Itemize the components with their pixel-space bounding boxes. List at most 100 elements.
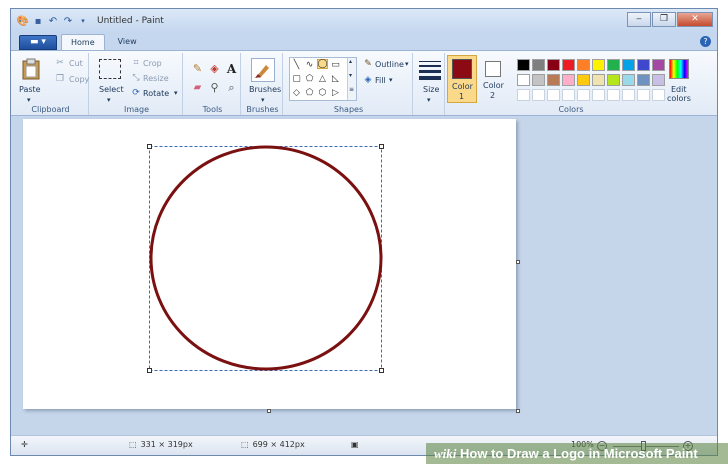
custom-color-slot[interactable] xyxy=(607,89,620,101)
triangle-shape-icon[interactable]: △ xyxy=(317,74,328,84)
custom-color-slot[interactable] xyxy=(532,89,545,101)
size-dropdown-icon[interactable]: ▾ xyxy=(427,96,431,104)
crop-button[interactable]: Crop xyxy=(143,59,162,68)
tools-group: ✎ ◈ A ▰ ⚲ ⌕ Tools xyxy=(185,53,241,115)
palette-color[interactable] xyxy=(517,59,530,71)
text-tool-icon[interactable]: A xyxy=(225,62,238,76)
selection-handle xyxy=(379,144,384,149)
fill-dropdown-icon[interactable]: ▾ xyxy=(389,76,393,84)
paint-app-icon[interactable]: 🎨 xyxy=(17,15,29,27)
restore-button[interactable]: ❐ xyxy=(652,12,676,27)
rectangle-shape-icon[interactable]: ▭ xyxy=(330,60,341,70)
cut-button[interactable]: Cut xyxy=(69,59,83,68)
edit-colors-label-1[interactable]: Edit xyxy=(671,85,687,94)
size-button[interactable]: Size xyxy=(423,85,439,94)
palette-color[interactable] xyxy=(637,74,650,86)
palette-color[interactable] xyxy=(652,59,665,71)
custom-color-slot[interactable] xyxy=(517,89,530,101)
brushes-button[interactable]: Brushes xyxy=(249,85,281,94)
eraser-icon[interactable]: ▰ xyxy=(191,81,204,94)
color2-button[interactable]: Color 2 xyxy=(479,55,509,103)
resize-button[interactable]: Resize xyxy=(143,74,169,83)
magnifier-icon[interactable]: ⌕ xyxy=(225,81,238,94)
arrow-shape-icon[interactable]: ▷ xyxy=(330,88,341,98)
custom-color-slot[interactable] xyxy=(577,89,590,101)
canvas-resize-handle-bottom[interactable] xyxy=(267,409,271,413)
fill-bucket-icon[interactable]: ◈ xyxy=(208,62,221,75)
palette-color[interactable] xyxy=(592,59,605,71)
select-icon[interactable] xyxy=(99,59,121,79)
polygon-shape-icon[interactable]: ⬠ xyxy=(304,74,315,84)
customize-qat-icon[interactable]: ▾ xyxy=(77,15,89,27)
brushes-icon[interactable] xyxy=(251,58,275,82)
pencil-icon[interactable]: ✎ xyxy=(191,62,204,75)
oval-shape-icon[interactable]: ◯ xyxy=(317,59,328,69)
line-size-icon[interactable] xyxy=(418,59,442,81)
paste-icon[interactable] xyxy=(19,57,43,81)
rotate-dropdown-icon[interactable]: ▾ xyxy=(174,89,178,97)
tab-home[interactable]: Home xyxy=(61,34,105,50)
fill-button[interactable]: Fill xyxy=(375,76,386,85)
curve-shape-icon[interactable]: ∿ xyxy=(304,60,315,70)
hexagon-shape-icon[interactable]: ⬡ xyxy=(317,88,328,98)
custom-color-slot[interactable] xyxy=(562,89,575,101)
undo-icon[interactable]: ↶ xyxy=(47,15,59,27)
palette-color[interactable] xyxy=(547,59,560,71)
palette-color[interactable] xyxy=(532,74,545,86)
pentagon-shape-icon[interactable]: ⬠ xyxy=(304,88,315,98)
canvas-workspace[interactable] xyxy=(11,117,717,435)
paint-menu-button[interactable]: ▬ ▾ xyxy=(19,35,57,50)
drawing-canvas[interactable] xyxy=(23,119,516,409)
rounded-rectangle-shape-icon[interactable]: ▢ xyxy=(291,74,302,84)
scroll-down-icon[interactable]: ▾ xyxy=(349,72,352,79)
select-button[interactable]: Select xyxy=(99,85,124,94)
scroll-up-icon[interactable]: ▴ xyxy=(349,58,352,65)
select-dropdown-icon[interactable]: ▾ xyxy=(107,96,111,104)
palette-color[interactable] xyxy=(637,59,650,71)
ribbon-tabs: ▬ ▾ Home View ? xyxy=(11,33,717,50)
canvas-resize-handle-right[interactable] xyxy=(516,260,520,264)
palette-color[interactable] xyxy=(517,74,530,86)
save-icon[interactable]: ▪ xyxy=(32,15,44,27)
color-picker-icon[interactable]: ⚲ xyxy=(208,81,221,94)
palette-color[interactable] xyxy=(532,59,545,71)
palette-color[interactable] xyxy=(577,74,590,86)
help-icon[interactable]: ? xyxy=(700,36,711,47)
minimize-button[interactable]: ‒ xyxy=(627,12,651,27)
paste-dropdown-icon[interactable]: ▾ xyxy=(27,96,31,104)
rotate-button[interactable]: Rotate xyxy=(143,89,169,98)
palette-color[interactable] xyxy=(652,74,665,86)
copy-button[interactable]: Copy xyxy=(69,75,89,84)
close-button[interactable]: ✕ xyxy=(677,12,713,27)
palette-color[interactable] xyxy=(592,74,605,86)
paste-button[interactable]: Paste xyxy=(19,85,41,94)
color1-button[interactable]: Color 1 xyxy=(447,55,477,103)
tab-view[interactable]: View xyxy=(109,34,146,50)
shapes-scrollbar[interactable]: ▴ ▾ ≡ xyxy=(347,58,356,100)
redo-icon[interactable]: ↷ xyxy=(62,15,74,27)
right-triangle-shape-icon[interactable]: ◺ xyxy=(330,74,341,84)
custom-color-slot[interactable] xyxy=(547,89,560,101)
palette-color[interactable] xyxy=(547,74,560,86)
edit-colors-label-2[interactable]: colors xyxy=(667,94,691,103)
canvas-resize-handle-corner[interactable] xyxy=(516,409,520,413)
palette-color[interactable] xyxy=(562,74,575,86)
palette-color[interactable] xyxy=(607,59,620,71)
palette-color[interactable] xyxy=(622,74,635,86)
palette-color[interactable] xyxy=(562,59,575,71)
brushes-dropdown-icon[interactable]: ▾ xyxy=(261,96,265,104)
gallery-expand-icon[interactable]: ≡ xyxy=(349,86,354,93)
palette-color[interactable] xyxy=(622,59,635,71)
brushes-label: Brushes xyxy=(246,105,279,114)
custom-color-slot[interactable] xyxy=(622,89,635,101)
outline-dropdown-icon[interactable]: ▾ xyxy=(405,60,409,68)
custom-color-slot[interactable] xyxy=(592,89,605,101)
custom-color-slot[interactable] xyxy=(652,89,665,101)
custom-color-slot[interactable] xyxy=(637,89,650,101)
edit-colors-icon[interactable] xyxy=(669,59,689,79)
palette-color[interactable] xyxy=(577,59,590,71)
diamond-shape-icon[interactable]: ◇ xyxy=(291,88,302,98)
outline-button[interactable]: Outline xyxy=(375,60,404,69)
palette-color[interactable] xyxy=(607,74,620,86)
line-shape-icon[interactable]: ╲ xyxy=(291,60,302,70)
